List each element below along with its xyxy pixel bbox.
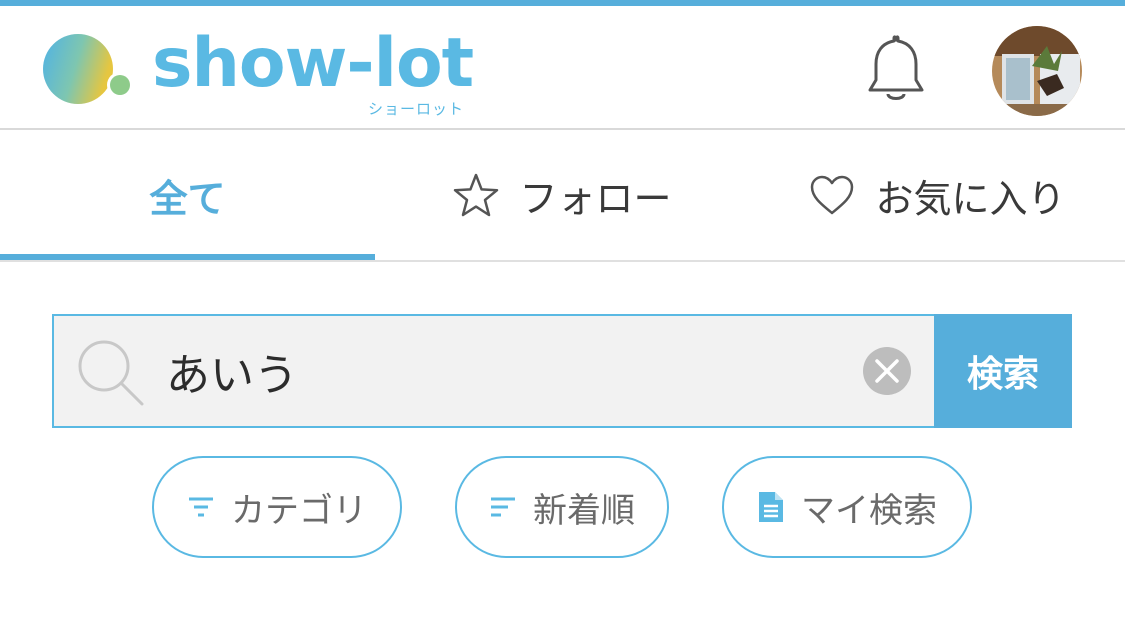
document-icon [759, 492, 783, 522]
search-icon [78, 340, 144, 406]
tab-all-label: 全て [149, 176, 226, 221]
search-button[interactable]: 検索 [934, 314, 1072, 428]
sort-button[interactable]: 新着順 [455, 456, 669, 558]
tab-all[interactable]: 全て [0, 130, 375, 260]
sort-icon [491, 497, 515, 517]
heart-outline-icon [811, 175, 854, 215]
logo-subtext: ショーロット [368, 100, 465, 118]
search-bar: 検索 [52, 314, 1072, 428]
user-avatar[interactable] [992, 26, 1082, 116]
tab-favorites-label: お気に入り [875, 176, 1066, 221]
search-input[interactable] [166, 336, 866, 406]
notification-bell-icon[interactable] [864, 34, 928, 106]
tab-follow[interactable]: フォロー [375, 130, 750, 260]
clear-icon[interactable] [862, 346, 912, 396]
logo-text: show-lot [152, 24, 474, 103]
my-search-button[interactable]: マイ検索 [722, 456, 972, 558]
category-filter-label: カテゴリ [231, 490, 367, 531]
tab-bar: 全て フォロー お気に入り [0, 130, 1125, 262]
active-tab-indicator [0, 254, 375, 260]
filter-icon [189, 497, 213, 517]
category-filter-button[interactable]: カテゴリ [152, 456, 402, 558]
star-outline-icon [454, 173, 499, 217]
my-search-label: マイ検索 [801, 490, 937, 531]
sort-label: 新着順 [533, 490, 635, 531]
logo-icon [43, 34, 133, 104]
app-header: show-lot ショーロット [0, 6, 1125, 130]
tab-favorites[interactable]: お気に入り [750, 130, 1125, 260]
tab-follow-label: フォロー [519, 176, 672, 221]
